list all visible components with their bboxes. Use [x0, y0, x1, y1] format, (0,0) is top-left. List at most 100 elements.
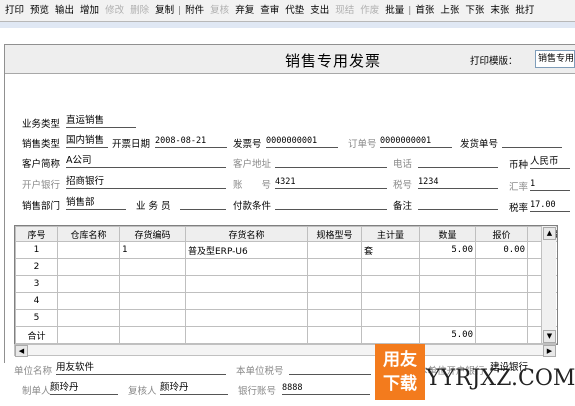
table-row[interactable]: 1 1 普及型ERP-U6 套 5.00 0.00 2340 [15, 241, 557, 259]
review-button[interactable]: 复核 [207, 0, 232, 22]
item-name-cell[interactable] [185, 275, 308, 293]
last-record-button[interactable]: 末张 [487, 0, 512, 22]
preview-button[interactable]: 预览 [27, 0, 52, 22]
item-name-cell[interactable]: 普及型ERP-U6 [185, 241, 308, 259]
advance-button[interactable]: 代垫 [282, 0, 307, 22]
unit-cell[interactable] [361, 258, 420, 276]
batch-print-button[interactable]: 批打 [512, 0, 537, 22]
sale-type-field[interactable]: 国内销售 [66, 135, 108, 148]
invoice-date-field[interactable]: 2008-08-21 [155, 135, 227, 148]
salesperson-field[interactable] [180, 197, 226, 210]
first-record-button[interactable]: 首张 [412, 0, 437, 22]
tax-rate-field[interactable]: 17.00 [530, 199, 570, 212]
audit-button[interactable]: 查审 [257, 0, 282, 22]
item-code-cell[interactable]: 1 [119, 241, 186, 259]
bank-field[interactable]: 招商银行 [66, 176, 226, 189]
void-button[interactable]: 作废 [357, 0, 382, 22]
copy-button[interactable]: 复制 [152, 0, 177, 22]
scroll-up-icon[interactable]: ▲ [543, 227, 556, 240]
ship-no-field[interactable] [502, 135, 562, 148]
quantity-cell[interactable] [419, 309, 476, 327]
bank-account-field[interactable]: 8888 [282, 382, 370, 395]
table-row[interactable]: 5 [15, 309, 557, 327]
spec-cell[interactable] [307, 309, 362, 327]
quantity-cell[interactable]: 5.00 [419, 241, 476, 259]
print-button[interactable]: 打印 [2, 0, 27, 22]
note-field[interactable] [418, 197, 498, 210]
item-name-cell[interactable] [185, 309, 308, 327]
scroll-right-icon[interactable]: ▶ [543, 345, 556, 357]
item-code-cell[interactable] [119, 258, 186, 276]
expense-button[interactable]: 支出 [307, 0, 332, 22]
scroll-down-icon[interactable]: ▼ [543, 330, 556, 343]
unit-cell[interactable] [361, 292, 420, 310]
attachment-button[interactable]: 附件 [182, 0, 207, 22]
print-template-select[interactable]: 销售专用 [535, 50, 575, 68]
payment-terms-field[interactable] [275, 197, 387, 210]
reviewer-field[interactable]: 颜玲丹 [160, 382, 228, 395]
column-header[interactable]: 数量 [419, 226, 476, 242]
unit-cell[interactable] [361, 309, 420, 327]
unreview-button[interactable]: 弃复 [232, 0, 257, 22]
warehouse-cell[interactable] [57, 258, 120, 276]
table-row[interactable]: 2 [15, 258, 557, 276]
maker-field[interactable]: 颜玲丹 [50, 382, 118, 395]
price-cell[interactable] [475, 309, 528, 327]
column-header[interactable]: 主计量 [361, 226, 420, 242]
currency-field[interactable]: 人民币 [530, 156, 570, 169]
export-button[interactable]: 输出 [52, 0, 77, 22]
phone-field[interactable] [418, 155, 498, 168]
price-cell[interactable]: 0.00 [475, 241, 528, 259]
order-no-field[interactable]: 0000000001 [380, 135, 452, 148]
unit-cell[interactable]: 套 [361, 241, 420, 259]
tax-no-field[interactable]: 1234 [418, 176, 498, 189]
item-name-cell[interactable] [185, 258, 308, 276]
warehouse-cell[interactable] [57, 241, 120, 259]
scroll-left-icon[interactable]: ◀ [15, 345, 28, 357]
warehouse-cell[interactable] [57, 309, 120, 327]
cash-settle-button[interactable]: 现结 [332, 0, 357, 22]
price-cell[interactable] [475, 292, 528, 310]
unit-cell[interactable] [361, 275, 420, 293]
quantity-cell[interactable] [419, 258, 476, 276]
exchange-rate-field[interactable]: 1 [530, 178, 570, 191]
item-code-cell[interactable] [119, 309, 186, 327]
department-field[interactable]: 销售部 [66, 197, 126, 210]
column-header[interactable]: 仓库名称 [57, 226, 120, 242]
add-button[interactable]: 增加 [77, 0, 102, 22]
next-record-button[interactable]: 下张 [462, 0, 487, 22]
batch-button[interactable]: 批量 [382, 0, 407, 22]
column-header[interactable]: 序号 [15, 226, 58, 242]
item-code-cell[interactable] [119, 292, 186, 310]
warehouse-cell[interactable] [57, 275, 120, 293]
invoice-no-field[interactable]: 0000000001 [266, 135, 338, 148]
prev-record-button[interactable]: 上张 [437, 0, 462, 22]
item-name-cell[interactable] [185, 292, 308, 310]
warehouse-cell[interactable] [57, 292, 120, 310]
spec-cell[interactable] [307, 258, 362, 276]
spec-cell[interactable] [307, 241, 362, 259]
grid-vertical-scrollbar[interactable]: ▲ ▼ [541, 226, 556, 343]
customer-field[interactable]: A公司 [66, 155, 226, 168]
item-code-cell[interactable] [119, 275, 186, 293]
table-row[interactable]: 4 [15, 292, 557, 310]
quantity-cell[interactable] [419, 292, 476, 310]
spec-cell[interactable] [307, 275, 362, 293]
quantity-cell[interactable] [419, 275, 476, 293]
biz-type-field[interactable]: 直运销售 [66, 115, 136, 128]
grid-horizontal-scrollbar[interactable]: ◀ ▶ [14, 344, 556, 357]
table-row[interactable]: 3 [15, 275, 557, 293]
customer-address-field[interactable] [275, 155, 387, 168]
delete-button[interactable]: 删除 [127, 0, 152, 22]
unit-name-field[interactable]: 用友软件 [56, 362, 226, 375]
price-cell[interactable] [475, 258, 528, 276]
column-header[interactable]: 存货编码 [119, 226, 186, 242]
edit-button[interactable]: 修改 [102, 0, 127, 22]
spec-cell[interactable] [307, 292, 362, 310]
column-header[interactable]: 规格型号 [307, 226, 362, 242]
column-header[interactable]: 存货名称 [185, 226, 308, 242]
price-cell[interactable] [475, 275, 528, 293]
account-field[interactable]: 4321 [275, 176, 387, 189]
unit-tax-no-field[interactable] [289, 362, 371, 375]
column-header[interactable]: 报价 [475, 226, 528, 242]
